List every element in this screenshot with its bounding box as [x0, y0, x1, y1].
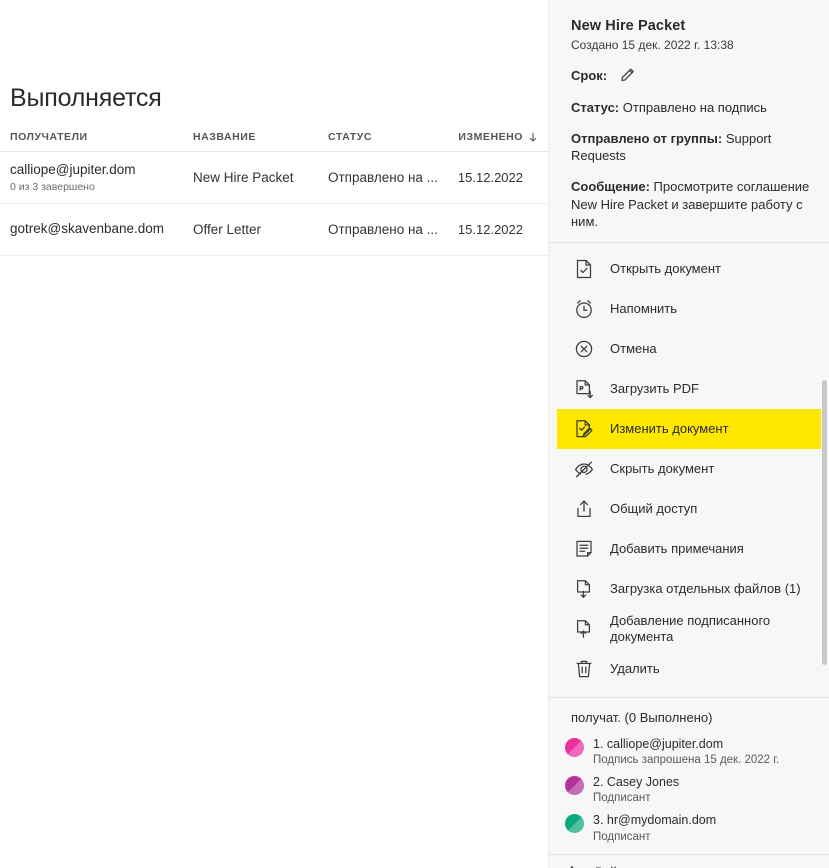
table-row[interactable]: gotrek@skavenbane.dom Offer Letter Отпра…: [0, 204, 549, 256]
cell-name: Offer Letter: [193, 222, 262, 237]
cell-status: Отправлено на ...: [328, 170, 438, 185]
message-label: Сообщение:: [571, 179, 650, 195]
menu-item-edit-document[interactable]: Изменить документ: [557, 408, 821, 449]
app-screen: Выполняется ПОЛУЧАТЕЛИ НАЗВАНИЕ СТАТУС И…: [0, 0, 829, 868]
menu-item-delete[interactable]: Удалить: [557, 649, 821, 689]
column-header-modified[interactable]: ИЗМЕНЕНО: [453, 131, 539, 143]
alarm-clock-icon: [573, 298, 595, 320]
recipient-name: 1. calliope@jupiter.dom: [593, 736, 724, 751]
actions-expander[interactable]: Действия: [549, 853, 829, 868]
cell-name: New Hire Packet: [193, 170, 294, 185]
menu-item-label: Напомнить: [610, 300, 677, 316]
arrow-down-icon: [527, 131, 539, 143]
column-header-status[interactable]: СТАТУС: [328, 131, 453, 143]
recipients-section: получат. (0 Выполнено) 1. calliope@jupit…: [549, 698, 829, 854]
due-date-label: Срок:: [571, 68, 608, 83]
page-title: Выполняется: [10, 84, 162, 112]
cell-modified: 15.12.2022: [457, 170, 523, 185]
share-upload-icon: [573, 498, 595, 520]
menu-item-label: Общий доступ: [610, 500, 698, 516]
cancel-circle-icon: [573, 338, 595, 360]
menu-item-label: Скрыть документ: [610, 460, 715, 476]
sent-from-row: Отправлено от группы: Support Requests: [571, 130, 813, 164]
menu-item-remind[interactable]: Напомнить: [557, 289, 821, 329]
menu-item-label: Добавление подписанного документа: [610, 612, 771, 644]
cell-modified: 15.12.2022: [457, 222, 523, 237]
trash-icon: [573, 658, 595, 680]
actions-label: Действия: [593, 865, 652, 868]
cell-status: Отправлено на ...: [328, 222, 438, 237]
recipient-email: calliope@jupiter.dom: [10, 162, 136, 178]
avatar: [565, 814, 584, 834]
document-check-icon: [573, 258, 595, 280]
recipient-role: Подписант: [593, 792, 651, 805]
details-panel: New Hire Packet Создано 15 дек. 2022 г. …: [549, 0, 829, 868]
recipient-name: 3. hr@mydomain.dom: [593, 813, 717, 828]
document-title: New Hire Packet: [571, 18, 686, 34]
status-label: Статус:: [571, 100, 620, 115]
message-row: Сообщение: Просмотрите соглашение New Hi…: [571, 178, 813, 229]
cell-recipient: gotrek@skavenbane.dom: [10, 221, 193, 238]
status-row: Статус: Отправлено на подпись: [571, 99, 813, 116]
pencil-icon[interactable]: [619, 66, 638, 85]
menu-item-add-signed-document[interactable]: Добавление подписанного документа: [557, 609, 821, 649]
download-pdf-icon: [573, 378, 595, 400]
sent-from-label: Отправлено от группы:: [571, 131, 723, 147]
menu-item-label: Изменить документ: [610, 420, 729, 436]
menu-item-download-individual-files[interactable]: Загрузка отдельных файлов (1): [557, 569, 821, 609]
edit-document-icon: [573, 418, 595, 440]
recipients-heading: получат. (0 Выполнено): [571, 709, 713, 725]
cell-recipient: calliope@jupiter.dom 0 из 3 завершено: [10, 162, 193, 193]
menu-item-label: Загрузка отдельных файлов (1): [610, 580, 801, 596]
file-download-icon: [573, 578, 595, 600]
scrollbar-thumb[interactable]: [822, 380, 827, 665]
list-item[interactable]: 3. hr@mydomain.dom Подписант: [549, 809, 829, 847]
menu-item-open-document[interactable]: Открыть документ: [557, 249, 821, 289]
file-upload-icon: [573, 618, 595, 640]
eye-off-icon: [573, 458, 595, 480]
table-header-row: ПОЛУЧАТЕЛИ НАЗВАНИЕ СТАТУС ИЗМЕНЕНО: [0, 122, 549, 152]
list-item[interactable]: 2. Casey Jones Подписант: [549, 771, 829, 809]
column-header-modified-label: ИЗМЕНЕНО: [458, 130, 523, 143]
column-header-name[interactable]: НАЗВАНИЕ: [193, 131, 328, 143]
menu-item-label: Загрузить PDF: [610, 380, 699, 396]
status-value: Отправлено на подпись: [622, 100, 767, 115]
list-item[interactable]: 1. calliope@jupiter.dom Подпись запрошен…: [549, 733, 829, 771]
menu-item-add-notes[interactable]: Добавить примечания: [557, 529, 821, 569]
menu-item-label: Добавить примечания: [610, 540, 744, 556]
recipient-role: Подпись запрошена 15 дек. 2022 г.: [593, 754, 780, 767]
documents-table: ПОЛУЧАТЕЛИ НАЗВАНИЕ СТАТУС ИЗМЕНЕНО call…: [0, 122, 549, 256]
recipient-role: Подписант: [593, 830, 651, 843]
notes-icon: [573, 538, 595, 560]
menu-item-label: Удалить: [610, 660, 660, 676]
menu-item-label: Открыть документ: [610, 260, 721, 276]
recipient-name: 2. Casey Jones: [593, 775, 680, 790]
avatar: [565, 776, 584, 796]
document-created: Создано 15 дек. 2022 г. 13:38: [571, 38, 734, 52]
menu-item-download-pdf[interactable]: Загрузить PDF: [557, 369, 821, 409]
document-list-pane: Выполняется ПОЛУЧАТЕЛИ НАЗВАНИЕ СТАТУС И…: [0, 0, 549, 868]
recipient-progress: 0 из 3 завершено: [10, 180, 95, 193]
menu-item-hide-document[interactable]: Скрыть документ: [557, 449, 821, 489]
avatar: [565, 737, 584, 757]
recipient-email: gotrek@skavenbane.dom: [10, 221, 165, 237]
scrollbar-track[interactable]: [818, 0, 829, 868]
menu-item-cancel[interactable]: Отмена: [557, 329, 821, 369]
menu-item-label: Отмена: [610, 340, 657, 356]
details-header: New Hire Packet Создано 15 дек. 2022 г. …: [549, 0, 829, 242]
due-date-row: Срок:: [571, 66, 813, 85]
table-row[interactable]: calliope@jupiter.dom 0 из 3 завершено Ne…: [0, 152, 549, 204]
column-header-recipients[interactable]: ПОЛУЧАТЕЛИ: [10, 131, 193, 143]
menu-item-share[interactable]: Общий доступ: [557, 489, 821, 529]
document-actions-menu: Открыть документ Напомнить Отмена Загруз…: [549, 243, 829, 697]
